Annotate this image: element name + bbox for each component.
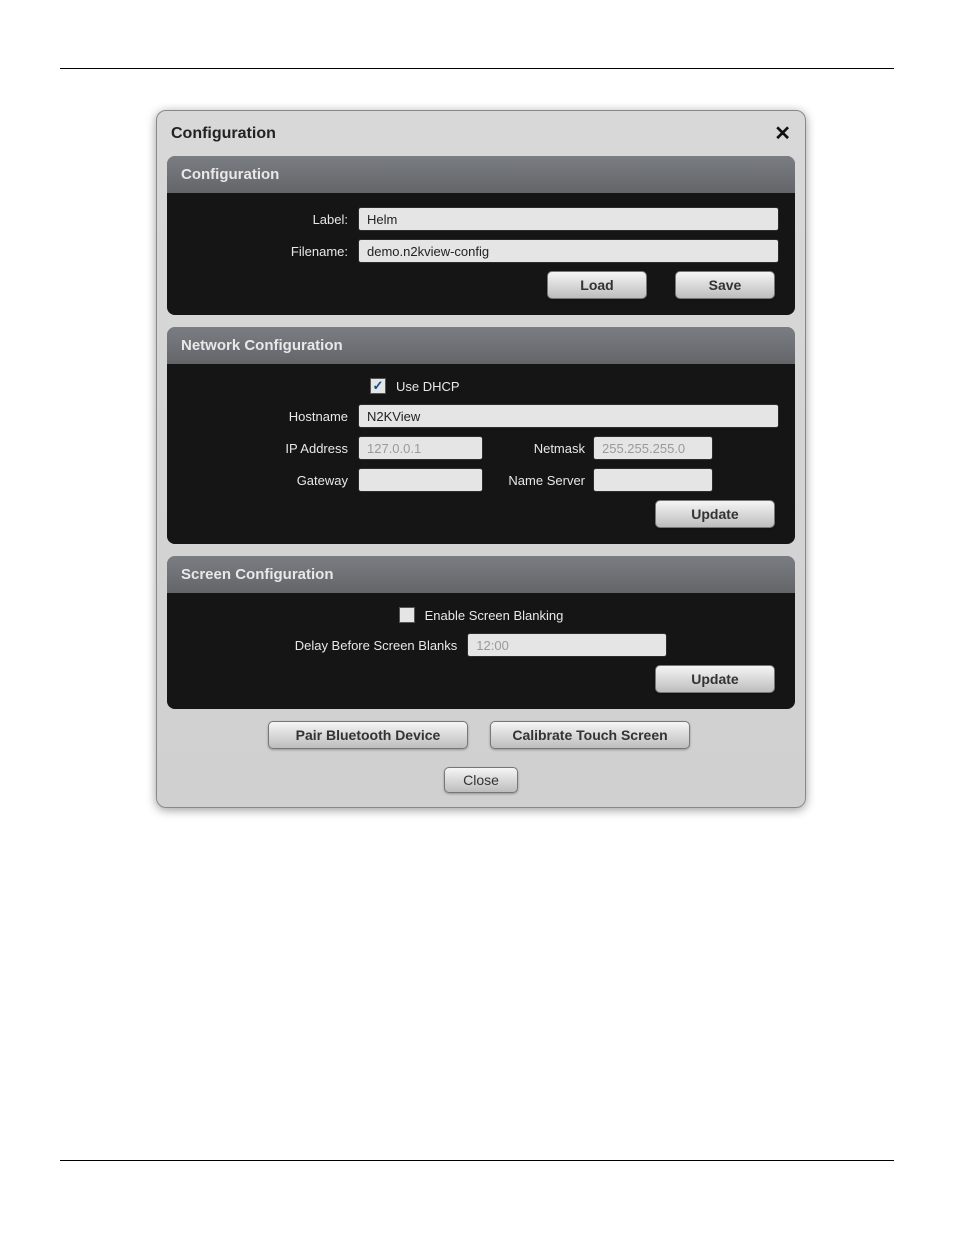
enable-blanking-checkbox[interactable] — [399, 607, 415, 623]
save-button[interactable]: Save — [675, 271, 775, 299]
network-update-button[interactable]: Update — [655, 500, 775, 528]
hostname-label: Hostname — [183, 409, 358, 424]
calibrate-touch-button[interactable]: Calibrate Touch Screen — [490, 721, 690, 749]
delay-input[interactable] — [467, 633, 667, 657]
pair-bluetooth-button[interactable]: Pair Bluetooth Device — [268, 721, 468, 749]
close-icon[interactable]: ✕ — [774, 121, 791, 146]
netmask-input[interactable] — [593, 436, 713, 460]
close-button[interactable]: Close — [444, 767, 518, 793]
section-configuration-body: Label: Filename: Load Save — [167, 193, 795, 315]
use-dhcp-label: Use DHCP — [396, 379, 460, 394]
nameserver-input[interactable] — [593, 468, 713, 492]
ip-label: IP Address — [183, 441, 358, 456]
page-divider-top — [60, 68, 894, 69]
screen-update-button[interactable]: Update — [655, 665, 775, 693]
section-screen-body: Enable Screen Blanking Delay Before Scre… — [167, 593, 795, 709]
section-network: Network Configuration Use DHCP Hostname … — [167, 327, 795, 544]
gateway-input[interactable] — [358, 468, 483, 492]
nameserver-label: Name Server — [483, 473, 593, 488]
page-divider-bottom — [60, 1160, 894, 1161]
hostname-input[interactable] — [358, 404, 779, 428]
delay-label: Delay Before Screen Blanks — [295, 638, 468, 653]
section-screen-header: Screen Configuration — [167, 556, 795, 593]
section-network-header: Network Configuration — [167, 327, 795, 364]
filename-input[interactable] — [358, 239, 779, 263]
section-configuration-header: Configuration — [167, 156, 795, 193]
load-button[interactable]: Load — [547, 271, 647, 299]
dialog-titlebar: Configuration ✕ — [165, 117, 797, 156]
gateway-label: Gateway — [183, 473, 358, 488]
filename-label: Filename: — [183, 244, 358, 259]
section-network-body: Use DHCP Hostname IP Address Netmask Gat… — [167, 364, 795, 544]
section-configuration: Configuration Label: Filename: Load Save — [167, 156, 795, 315]
use-dhcp-checkbox[interactable] — [370, 378, 386, 394]
configuration-dialog: Configuration ✕ Configuration Label: Fil… — [156, 110, 806, 808]
ip-input[interactable] — [358, 436, 483, 460]
dialog-title: Configuration — [171, 125, 276, 143]
netmask-label: Netmask — [483, 441, 593, 456]
label-input[interactable] — [358, 207, 779, 231]
label-label: Label: — [183, 212, 358, 227]
section-screen: Screen Configuration Enable Screen Blank… — [167, 556, 795, 709]
enable-blanking-label: Enable Screen Blanking — [425, 608, 564, 623]
